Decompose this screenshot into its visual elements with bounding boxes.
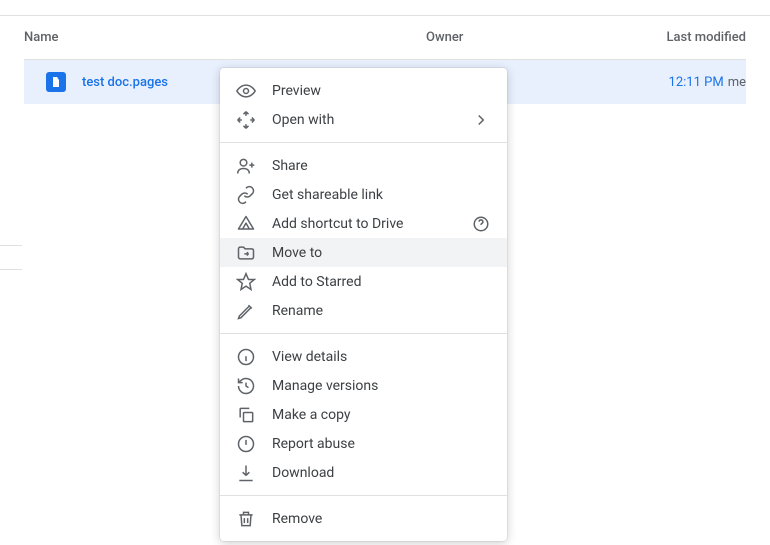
help-icon[interactable] (471, 214, 491, 234)
menu-label: Add to Starred (272, 274, 491, 290)
link-icon (236, 185, 256, 205)
menu-preview[interactable]: Preview (220, 76, 507, 105)
menu-label: Remove (272, 511, 491, 527)
menu-move-to[interactable]: Move to (220, 238, 507, 267)
star-icon (236, 272, 256, 292)
open-with-icon (236, 110, 256, 130)
menu-manage-versions[interactable]: Manage versions (220, 371, 507, 400)
copy-icon (236, 405, 256, 425)
drive-shortcut-icon (236, 214, 256, 234)
header-name[interactable]: Name (24, 30, 426, 45)
menu-rename[interactable]: Rename (220, 296, 507, 325)
report-icon (236, 434, 256, 454)
top-divider (0, 0, 770, 16)
chevron-right-icon (471, 110, 491, 130)
menu-label: Report abuse (272, 436, 491, 452)
menu-make-copy[interactable]: Make a copy (220, 400, 507, 429)
file-modified: 12:11 PM me (606, 75, 746, 90)
file-name: test doc.pages (82, 75, 168, 90)
menu-label: Download (272, 465, 491, 481)
menu-get-link[interactable]: Get shareable link (220, 180, 507, 209)
sidebar-stub (0, 232, 22, 280)
menu-label: Preview (272, 83, 491, 99)
download-icon (236, 463, 256, 483)
menu-add-starred[interactable]: Add to Starred (220, 267, 507, 296)
menu-download[interactable]: Download (220, 458, 507, 487)
menu-report-abuse[interactable]: Report abuse (220, 429, 507, 458)
history-icon (236, 376, 256, 396)
menu-label: Manage versions (272, 378, 491, 394)
menu-label: Add shortcut to Drive (272, 216, 471, 232)
file-type-icon (46, 72, 66, 92)
menu-add-shortcut[interactable]: Add shortcut to Drive (220, 209, 507, 238)
person-add-icon (236, 156, 256, 176)
header-modified[interactable]: Last modified (606, 30, 746, 45)
info-icon (236, 347, 256, 367)
menu-label: Make a copy (272, 407, 491, 423)
menu-remove[interactable]: Remove (220, 504, 507, 533)
menu-label: Rename (272, 303, 491, 319)
table-header: Name Owner Last modified (24, 16, 746, 60)
header-owner[interactable]: Owner (426, 30, 606, 45)
menu-divider (220, 333, 507, 334)
modified-by: me (728, 75, 746, 90)
menu-label: Move to (272, 245, 491, 261)
menu-label: Share (272, 158, 491, 174)
context-menu: Preview Open with Share Get shareable li… (220, 68, 507, 541)
menu-share[interactable]: Share (220, 151, 507, 180)
trash-icon (236, 509, 256, 529)
menu-open-with[interactable]: Open with (220, 105, 507, 134)
eye-icon (236, 81, 256, 101)
pencil-icon (236, 301, 256, 321)
menu-divider (220, 142, 507, 143)
menu-label: Get shareable link (272, 187, 491, 203)
menu-divider (220, 495, 507, 496)
folder-move-icon (236, 243, 256, 263)
modified-time: 12:11 PM (669, 75, 724, 90)
menu-label: View details (272, 349, 491, 365)
menu-view-details[interactable]: View details (220, 342, 507, 371)
menu-label: Open with (272, 112, 471, 128)
